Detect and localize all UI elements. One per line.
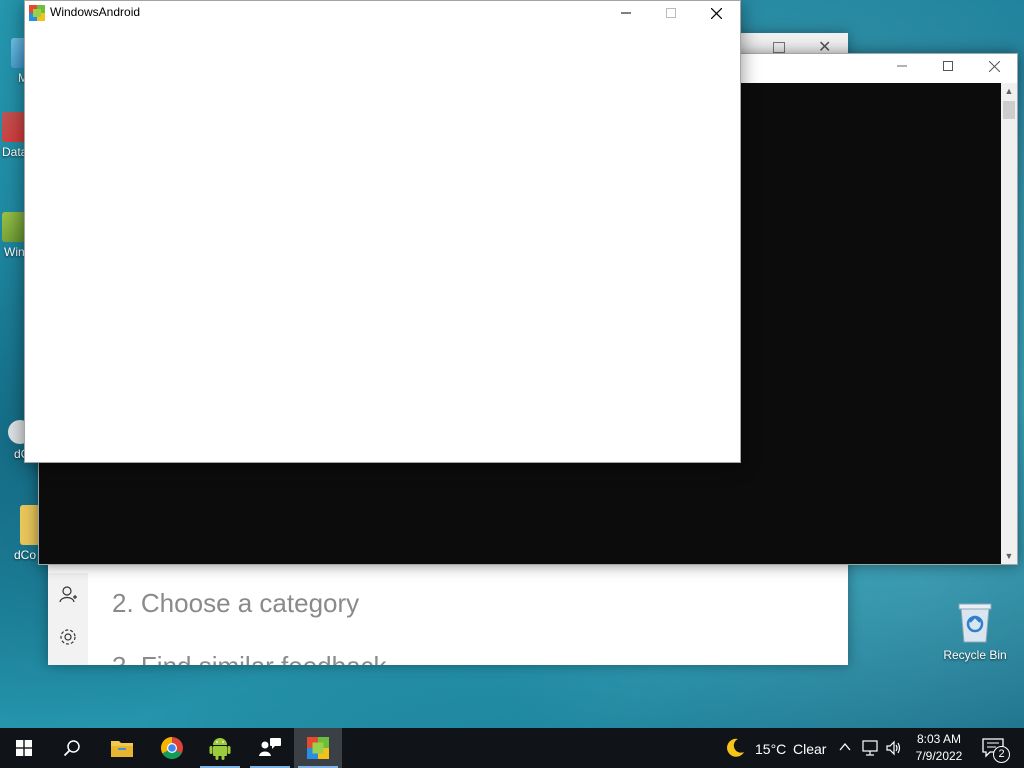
show-hidden-icons-button[interactable] xyxy=(838,740,854,756)
gear-icon[interactable] xyxy=(58,627,78,647)
window-title: WindowsAndroid xyxy=(50,5,141,19)
desktop-icon-label: Recycle Bin xyxy=(943,648,1007,662)
taskbar: 15°C Clear 8:03 AM 7/9/2022 2 xyxy=(0,728,1024,768)
clock-date: 7/9/2022 xyxy=(915,749,963,763)
step-choose-category: 2. Choose a category xyxy=(112,588,360,618)
speaker-icon xyxy=(886,740,901,756)
desktop-icon-label: Win xyxy=(4,245,25,259)
network-icon xyxy=(862,740,878,756)
chrome-icon xyxy=(161,737,183,759)
recycle-bin-icon xyxy=(958,602,992,644)
desktop-icon-label: dCo xyxy=(14,548,37,562)
weather-widget[interactable]: 15°C Clear xyxy=(722,728,832,768)
desktop-icon-recycle-bin[interactable]: Recycle Bin xyxy=(940,602,1010,662)
folder-icon xyxy=(111,741,133,757)
close-button[interactable] xyxy=(971,54,1017,78)
search-button[interactable] xyxy=(48,728,96,768)
start-button[interactable] xyxy=(0,728,48,768)
feedback-hub-icon xyxy=(259,738,281,756)
maximize-button[interactable] xyxy=(925,54,971,78)
scroll-thumb[interactable] xyxy=(1003,101,1015,119)
volume-button[interactable] xyxy=(885,739,905,757)
weather-condition: Clear xyxy=(793,741,827,757)
taskbar-android[interactable] xyxy=(196,728,244,768)
notification-count-badge: 2 xyxy=(993,746,1010,763)
console-scrollbar[interactable]: ▲ ▼ xyxy=(1001,83,1017,564)
weather-temperature: 15°C xyxy=(755,741,787,757)
taskbar-chrome[interactable] xyxy=(148,728,196,768)
user-icon[interactable] xyxy=(58,585,78,605)
scroll-up-arrow-icon[interactable]: ▲ xyxy=(1001,83,1017,99)
action-center-button[interactable]: 2 xyxy=(980,736,1010,763)
maximize-button[interactable] xyxy=(648,1,694,25)
search-icon xyxy=(63,740,80,757)
step-find-similar: 3. Find similar feedback xyxy=(112,650,387,665)
network-button[interactable] xyxy=(861,739,881,757)
clock[interactable]: 8:03 AM 7/9/2022 xyxy=(906,731,972,765)
scroll-down-arrow-icon[interactable]: ▼ xyxy=(1001,548,1017,564)
minimize-button[interactable] xyxy=(603,1,649,25)
feedback-sidebar xyxy=(48,573,88,665)
taskbar-windowsandroid[interactable] xyxy=(294,728,342,768)
windowsandroid-titlebar: WindowsAndroid xyxy=(25,1,740,25)
taskbar-feedback-hub[interactable] xyxy=(246,728,294,768)
app-icon xyxy=(29,5,45,21)
moon-icon xyxy=(727,738,744,757)
clock-time: 8:03 AM xyxy=(916,732,962,746)
chevron-up-icon xyxy=(839,742,851,751)
folder-icon xyxy=(20,505,40,545)
windowsandroid-window: WindowsAndroid xyxy=(24,0,741,463)
minimize-button[interactable] xyxy=(879,54,925,78)
windows-logo-icon xyxy=(16,740,32,756)
taskbar-file-explorer[interactable] xyxy=(98,728,146,768)
maximize-button[interactable] xyxy=(773,42,785,53)
windowsandroid-content[interactable] xyxy=(25,25,740,462)
android-icon xyxy=(209,738,231,760)
windowsandroid-app-icon xyxy=(307,737,329,759)
close-button[interactable] xyxy=(693,1,739,25)
